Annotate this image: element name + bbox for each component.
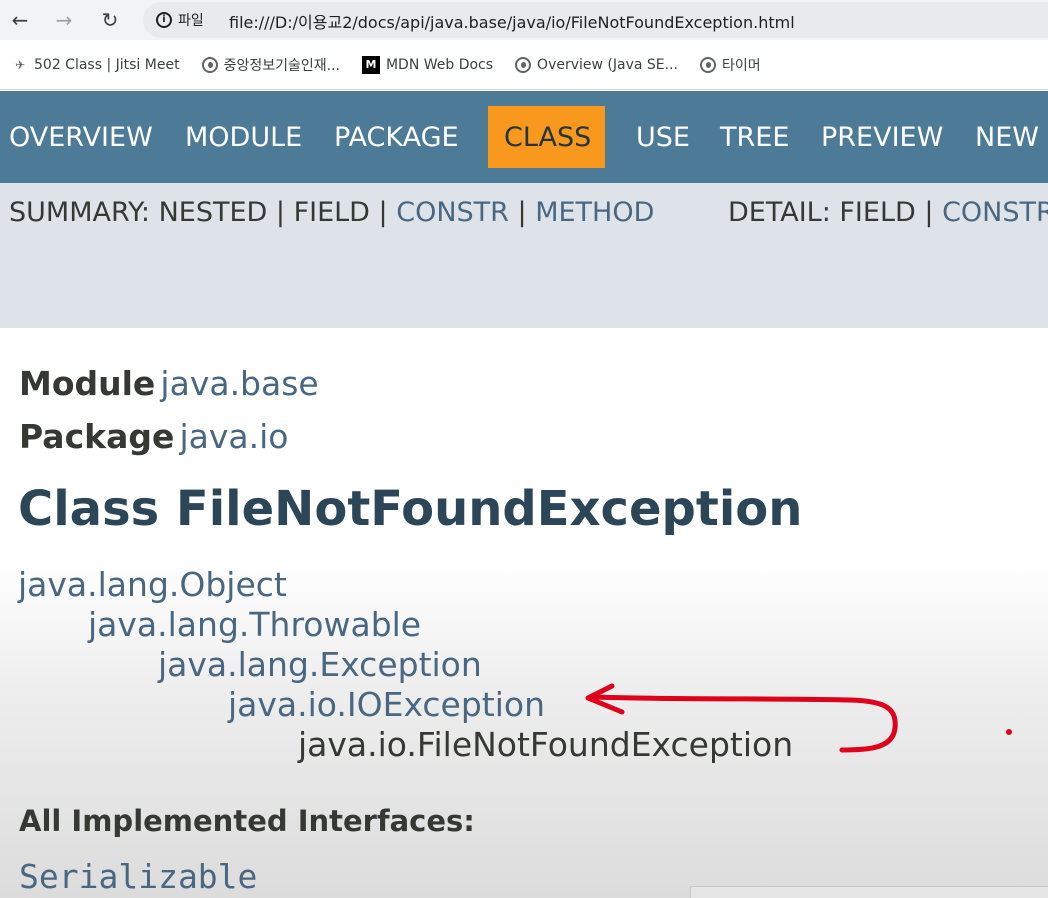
bookmark-label: 중앙정보기술인재... xyxy=(223,57,340,74)
nav-new[interactable]: NEW xyxy=(975,122,1039,153)
package-label: Package xyxy=(19,417,175,456)
package-line: Package java.io xyxy=(19,417,288,456)
summary-prefix: SUMMARY: NESTED | FIELD | xyxy=(9,197,397,228)
site-info-label: 파일 xyxy=(178,13,204,29)
info-icon: i xyxy=(156,12,172,28)
javadoc-sub-nav: SUMMARY: NESTED | FIELD | CONSTR | METHO… xyxy=(0,183,1048,328)
bookmarks-bar: ✈ 502 Class | Jitsi Meet 중앙정보기술인재... M M… xyxy=(0,40,1048,90)
forward-arrow-icon[interactable]: → xyxy=(50,6,78,34)
inheritance-ioexception[interactable]: java.io.IOException xyxy=(228,685,545,724)
javadoc-top-nav: OVERVIEW MODULE PACKAGE CLASS USE TREE P… xyxy=(0,91,1048,183)
detail-prefix: DETAIL: FIELD | xyxy=(728,197,943,228)
inheritance-object[interactable]: java.lang.Object xyxy=(18,565,287,604)
summary-method-link[interactable]: METHOD xyxy=(535,197,654,228)
module-label: Module xyxy=(19,364,156,403)
url-text[interactable]: file:///D:/이용교2/docs/api/java.base/java/… xyxy=(229,9,795,33)
nav-class-active: CLASS xyxy=(488,106,606,168)
bookmark-mdn[interactable]: M MDN Web Docs xyxy=(361,55,494,74)
mdn-icon: M xyxy=(361,55,380,74)
globe-icon xyxy=(201,56,218,73)
interface-serializable-link[interactable]: Serializable xyxy=(19,857,257,896)
bookmark-label: MDN Web Docs xyxy=(385,56,494,73)
bookmark-timer[interactable]: 타이머 xyxy=(699,55,761,75)
detail-constr-link[interactable]: CONSTR xyxy=(942,197,1048,228)
summary-links: SUMMARY: NESTED | FIELD | CONSTR | METHO… xyxy=(9,197,654,228)
jitsi-icon: ✈ xyxy=(14,57,26,72)
summary-separator: | xyxy=(508,197,536,228)
bookmark-label: 502 Class | Jitsi Meet xyxy=(34,56,180,73)
detail-links: DETAIL: FIELD | CONSTR xyxy=(728,197,1048,228)
summary-constr-link[interactable]: CONSTR xyxy=(396,197,509,228)
module-link[interactable]: java.base xyxy=(160,364,318,403)
inheritance-exception[interactable]: java.lang.Exception xyxy=(158,645,482,684)
package-link[interactable]: java.io xyxy=(179,417,288,456)
inheritance-current-class: java.io.FileNotFoundException xyxy=(298,725,794,764)
interfaces-label: All Implemented Interfaces: xyxy=(19,804,475,838)
overlay-corner xyxy=(690,886,1048,898)
nav-overview[interactable]: OVERVIEW xyxy=(9,122,153,153)
module-line: Module java.base xyxy=(19,364,319,403)
inheritance-throwable[interactable]: java.lang.Throwable xyxy=(88,605,421,644)
site-info-chip[interactable]: i 파일 xyxy=(156,10,204,30)
address-bar: ← → ↻ i 파일 file:///D:/이용교2/docs/api/java… xyxy=(0,0,1048,40)
nav-use[interactable]: USE xyxy=(636,122,690,153)
bookmark-java-overview[interactable]: Overview (Java SE... xyxy=(515,56,678,73)
class-title: Class FileNotFoundException xyxy=(18,481,803,537)
bookmark-label: 타이머 xyxy=(721,57,761,74)
bookmark-jungang[interactable]: 중앙정보기술인재... xyxy=(201,55,340,75)
back-arrow-icon[interactable]: ← xyxy=(6,6,34,34)
nav-preview[interactable]: PREVIEW xyxy=(821,122,943,153)
bookmark-jitsi[interactable]: ✈ 502 Class | Jitsi Meet xyxy=(12,57,180,73)
reload-icon[interactable]: ↻ xyxy=(96,6,124,34)
nav-package[interactable]: PACKAGE xyxy=(334,122,459,153)
nav-tree[interactable]: TREE xyxy=(720,122,789,153)
bookmark-label: Overview (Java SE... xyxy=(537,56,678,73)
nav-module[interactable]: MODULE xyxy=(185,122,302,153)
globe-icon xyxy=(699,56,716,73)
globe-icon xyxy=(515,56,532,73)
